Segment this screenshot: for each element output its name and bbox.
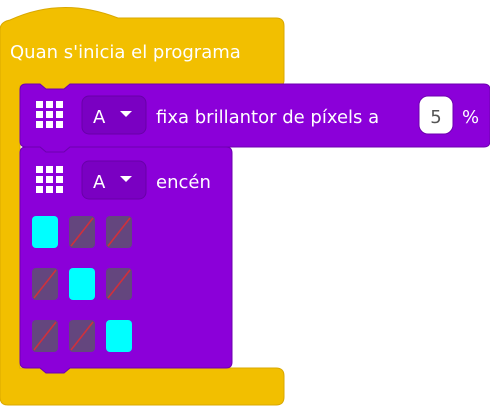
- pixel-on[interactable]: [32, 216, 58, 248]
- brightness-value: 5: [430, 107, 441, 128]
- pixel-off[interactable]: [32, 268, 58, 300]
- pixel-off[interactable]: [69, 320, 95, 352]
- block-canvas: Quan s'inicia el programa A fixa brillan…: [0, 7, 490, 406]
- port-dropdown-value: A: [93, 172, 106, 193]
- port-dropdown[interactable]: A: [81, 95, 147, 135]
- brightness-value-input[interactable]: 5: [418, 95, 454, 135]
- pixel-grid-icon: [36, 101, 63, 128]
- hat-block-label: Quan s'inicia el programa: [10, 42, 241, 63]
- pixel-off[interactable]: [106, 216, 132, 248]
- pixel-matrix[interactable]: [32, 216, 132, 352]
- brightness-block-label: fixa brillantor de píxels a: [156, 107, 379, 128]
- port-dropdown-value: A: [93, 107, 106, 128]
- light-on-block-label: encén: [156, 172, 211, 193]
- brightness-unit: %: [462, 107, 479, 128]
- pixel-on[interactable]: [69, 268, 95, 300]
- pixel-off[interactable]: [32, 320, 58, 352]
- pixel-on[interactable]: [106, 320, 132, 352]
- pixel-grid-icon: [36, 166, 63, 193]
- pixel-off[interactable]: [106, 268, 132, 300]
- port-dropdown[interactable]: A: [81, 160, 147, 200]
- pixel-off[interactable]: [69, 216, 95, 248]
